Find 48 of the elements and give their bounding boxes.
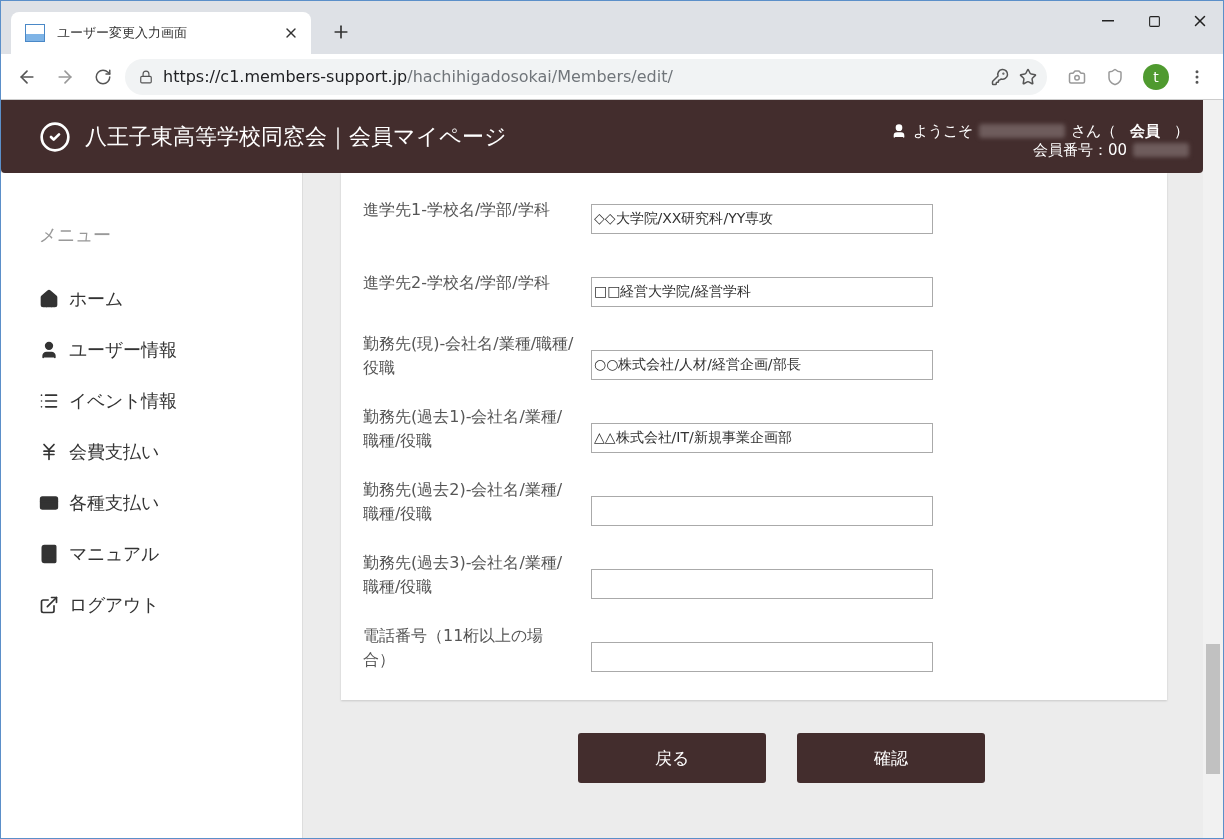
key-icon[interactable]	[991, 67, 1009, 86]
favicon-icon	[25, 24, 45, 42]
action-button[interactable]: 戻る	[578, 733, 766, 783]
welcome-text: ようこそ	[913, 121, 973, 141]
reload-icon	[94, 67, 112, 86]
input-field[interactable]: △△株式会社/IT/新規事業企画部	[591, 423, 933, 453]
member-number: 会員番号：00	[1032, 140, 1127, 160]
input-field[interactable]: ○○株式会社/人材/経営企画/部長	[591, 350, 933, 380]
sidebar-item[interactable]: マニュアル	[39, 528, 302, 579]
lock-icon	[139, 69, 153, 84]
member-role: 会員	[1130, 121, 1160, 141]
field-label: 進学先1-学校名/学部/学科	[363, 198, 551, 221]
field-label: 進学先2-学校名/学部/学科	[363, 271, 551, 294]
sidebar-item[interactable]: イベント情報	[39, 375, 302, 426]
field-label: 勤務先(過去2)-会社名/業種/職種/役職	[363, 478, 564, 525]
user-icon	[39, 339, 59, 360]
sidebar-item[interactable]: ログアウト	[39, 579, 302, 630]
book-icon	[39, 543, 59, 564]
sidebar-item[interactable]: ホーム	[39, 273, 302, 324]
sidebar-item[interactable]: 各種支払い	[39, 477, 302, 528]
field-label: 勤務先(現)-会社名/業種/職種/役職	[363, 332, 575, 379]
input-field[interactable]	[591, 642, 933, 672]
menu-heading: メニュー	[39, 223, 112, 247]
maximize-icon	[1147, 14, 1161, 28]
profile-avatar[interactable]: t	[1143, 63, 1169, 90]
field-label: 電話番号（11桁以上の場合）	[363, 624, 545, 671]
home-icon	[39, 288, 59, 309]
field-label: 勤務先(過去1)-会社名/業種/職種/役職	[363, 405, 564, 452]
sidebar-item[interactable]: ユーザー情報	[39, 324, 302, 375]
star-icon[interactable]	[1019, 67, 1037, 86]
input-field[interactable]	[591, 496, 933, 526]
field-label: 勤務先(過去3)-会社名/業種/職種/役職	[363, 551, 564, 598]
honorific-text: さん（	[1071, 121, 1116, 141]
paren-text: ）	[1174, 121, 1189, 141]
redacted-number	[1133, 143, 1189, 157]
input-field[interactable]: ◇◇大学院/XX研究科/YY専攻	[591, 204, 933, 234]
scroll-thumb[interactable]	[1206, 644, 1220, 774]
site-title: 八王子東高等学校同窓会｜会員マイページ	[85, 122, 508, 152]
minimize-icon	[1102, 20, 1114, 22]
address-bar[interactable]: https://c1.members-support.jp/hachihigadosokai/Members/edit/	[125, 58, 1047, 95]
input-field[interactable]	[591, 569, 933, 599]
user-icon	[891, 123, 907, 139]
logout-icon	[39, 594, 59, 615]
input-field[interactable]: □□経営大学院/経営学科	[591, 277, 933, 307]
browser-tab[interactable]: ユーザー変更入力画面	[11, 12, 311, 54]
check-logo-icon	[39, 120, 71, 153]
sidebar-item[interactable]: 会費支払い	[39, 426, 302, 477]
action-button[interactable]: 確認	[797, 733, 985, 783]
